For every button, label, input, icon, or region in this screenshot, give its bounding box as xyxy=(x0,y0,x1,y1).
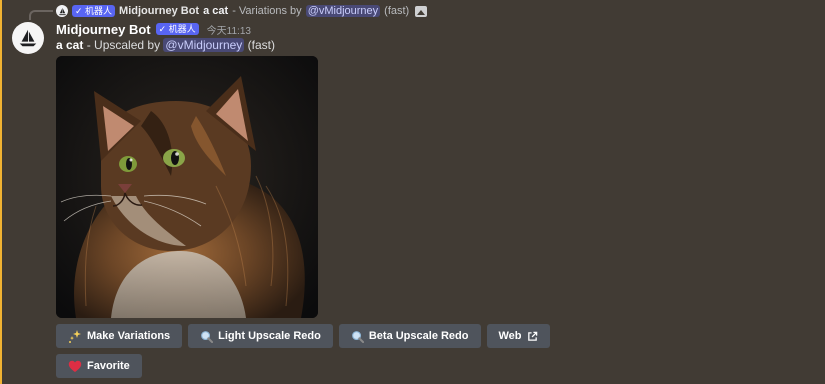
reply-connector xyxy=(29,10,53,20)
avatar[interactable] xyxy=(12,22,44,54)
external-link-icon xyxy=(527,331,538,342)
cat-artwork xyxy=(56,56,318,318)
magnifier-icon xyxy=(200,330,214,343)
action-row-1: Make Variations Light Upscale Redo Beta … xyxy=(56,324,550,348)
reply-mention[interactable]: @vMidjourney xyxy=(305,5,381,17)
light-upscale-redo-label: Light Upscale Redo xyxy=(218,330,321,342)
web-label: Web xyxy=(498,330,522,342)
reply-text: - Variations by xyxy=(232,5,302,17)
prompt-text: a cat xyxy=(56,38,84,52)
light-upscale-redo-button[interactable]: Light Upscale Redo xyxy=(188,324,333,348)
message-text: - Upscaled by xyxy=(86,38,161,52)
user-mention[interactable]: @vMidjourney xyxy=(163,38,245,52)
reply-prompt: a cat xyxy=(203,5,229,17)
reply-speed: (fast) xyxy=(384,5,410,17)
sparkles-icon xyxy=(68,329,82,343)
make-variations-button[interactable]: Make Variations xyxy=(56,324,183,348)
beta-upscale-redo-label: Beta Upscale Redo xyxy=(368,330,469,342)
beta-upscale-redo-button[interactable]: Beta Upscale Redo xyxy=(338,324,481,348)
message-highlight-bar xyxy=(0,0,2,384)
reply-bot-badge: ✓ 机器人 xyxy=(72,5,116,17)
sailboat-logo-icon xyxy=(58,7,66,15)
action-row-2: Favorite xyxy=(56,354,142,378)
message-header: Midjourney Bot ✓ 机器人 今天11:13 xyxy=(56,21,251,37)
magnifier-icon xyxy=(351,330,364,343)
image-icon xyxy=(415,5,428,17)
upscaled-cat-image[interactable] xyxy=(56,56,318,318)
message-content: a cat - Upscaled by @vMidjourney (fast) xyxy=(56,38,275,52)
sailboat-logo-icon xyxy=(19,29,37,47)
web-link-button[interactable]: Web xyxy=(486,324,550,348)
favorite-button[interactable]: Favorite xyxy=(56,354,142,378)
reply-author[interactable]: Midjourney Bot xyxy=(119,5,199,17)
reply-preview[interactable]: ✓ 机器人 Midjourney Bot a cat - Variations … xyxy=(56,4,428,18)
speed-label: (fast) xyxy=(247,38,275,52)
make-variations-label: Make Variations xyxy=(87,330,171,342)
reply-avatar[interactable] xyxy=(56,5,68,17)
bot-badge: ✓ 机器人 xyxy=(155,23,199,35)
favorite-label: Favorite xyxy=(87,360,130,372)
heart-icon xyxy=(68,360,82,373)
author-name[interactable]: Midjourney Bot xyxy=(56,22,151,37)
timestamp[interactable]: 今天11:13 xyxy=(207,22,251,37)
